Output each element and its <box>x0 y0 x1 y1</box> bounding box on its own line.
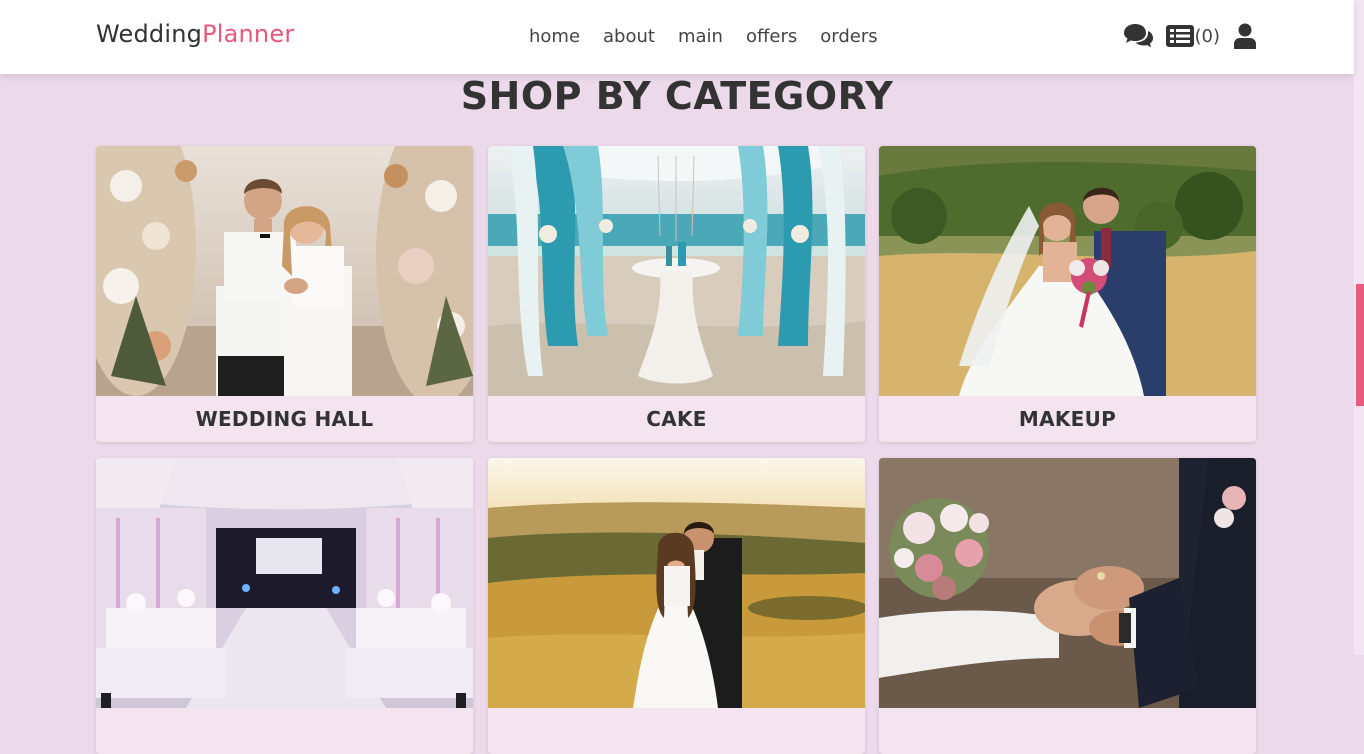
category-card-makeup[interactable]: MAKEUP <box>879 146 1256 442</box>
main-nav: home about main offers orders <box>529 26 901 47</box>
couple-with-flower-arch-image <box>96 146 473 396</box>
section-title: SHOP BY CATEGORY <box>460 74 894 118</box>
page-scrollbar[interactable] <box>1354 0 1364 655</box>
category-card-banquet-hall[interactable] <box>96 458 473 754</box>
category-card-photography[interactable] <box>488 458 865 754</box>
category-card-cake[interactable]: CAKE <box>488 146 865 442</box>
nav-orders[interactable]: orders <box>820 26 877 47</box>
category-label: MAKEUP <box>1018 407 1117 431</box>
nav-offers[interactable]: offers <box>746 26 797 47</box>
category-label <box>488 708 865 754</box>
couple-in-field-image <box>879 146 1256 396</box>
logo-accent: Planner <box>202 20 295 48</box>
couple-at-sunset-image <box>488 458 865 708</box>
category-label: CAKE <box>646 407 707 431</box>
category-label <box>879 708 1256 754</box>
user-icon[interactable] <box>1234 23 1256 49</box>
header-icons: (0) <box>1122 22 1256 50</box>
site-logo[interactable]: WeddingPlanner <box>96 20 294 48</box>
list-icon <box>1165 24 1194 48</box>
nav-about[interactable]: about <box>603 26 655 47</box>
nav-main[interactable]: main <box>678 26 723 47</box>
comments-icon[interactable] <box>1122 22 1154 50</box>
beach-ceremony-canopy-image <box>488 146 865 396</box>
orders-count: (0) <box>1194 25 1221 47</box>
top-header: WeddingPlanner home about main offers or… <box>0 0 1354 74</box>
orders-button[interactable]: (0) <box>1165 24 1221 48</box>
category-card-wedding-hall[interactable]: WEDDING HALL <box>96 146 473 442</box>
category-card-rings[interactable] <box>879 458 1256 754</box>
category-label: WEDDING HALL <box>195 407 374 431</box>
scrollbar-thumb[interactable] <box>1356 284 1364 406</box>
holding-hands-with-bouquet-image <box>879 458 1256 708</box>
nav-home[interactable]: home <box>529 26 580 47</box>
decorated-banquet-hall-image <box>96 458 473 708</box>
logo-main: Wedding <box>96 20 203 48</box>
category-label <box>96 708 473 754</box>
